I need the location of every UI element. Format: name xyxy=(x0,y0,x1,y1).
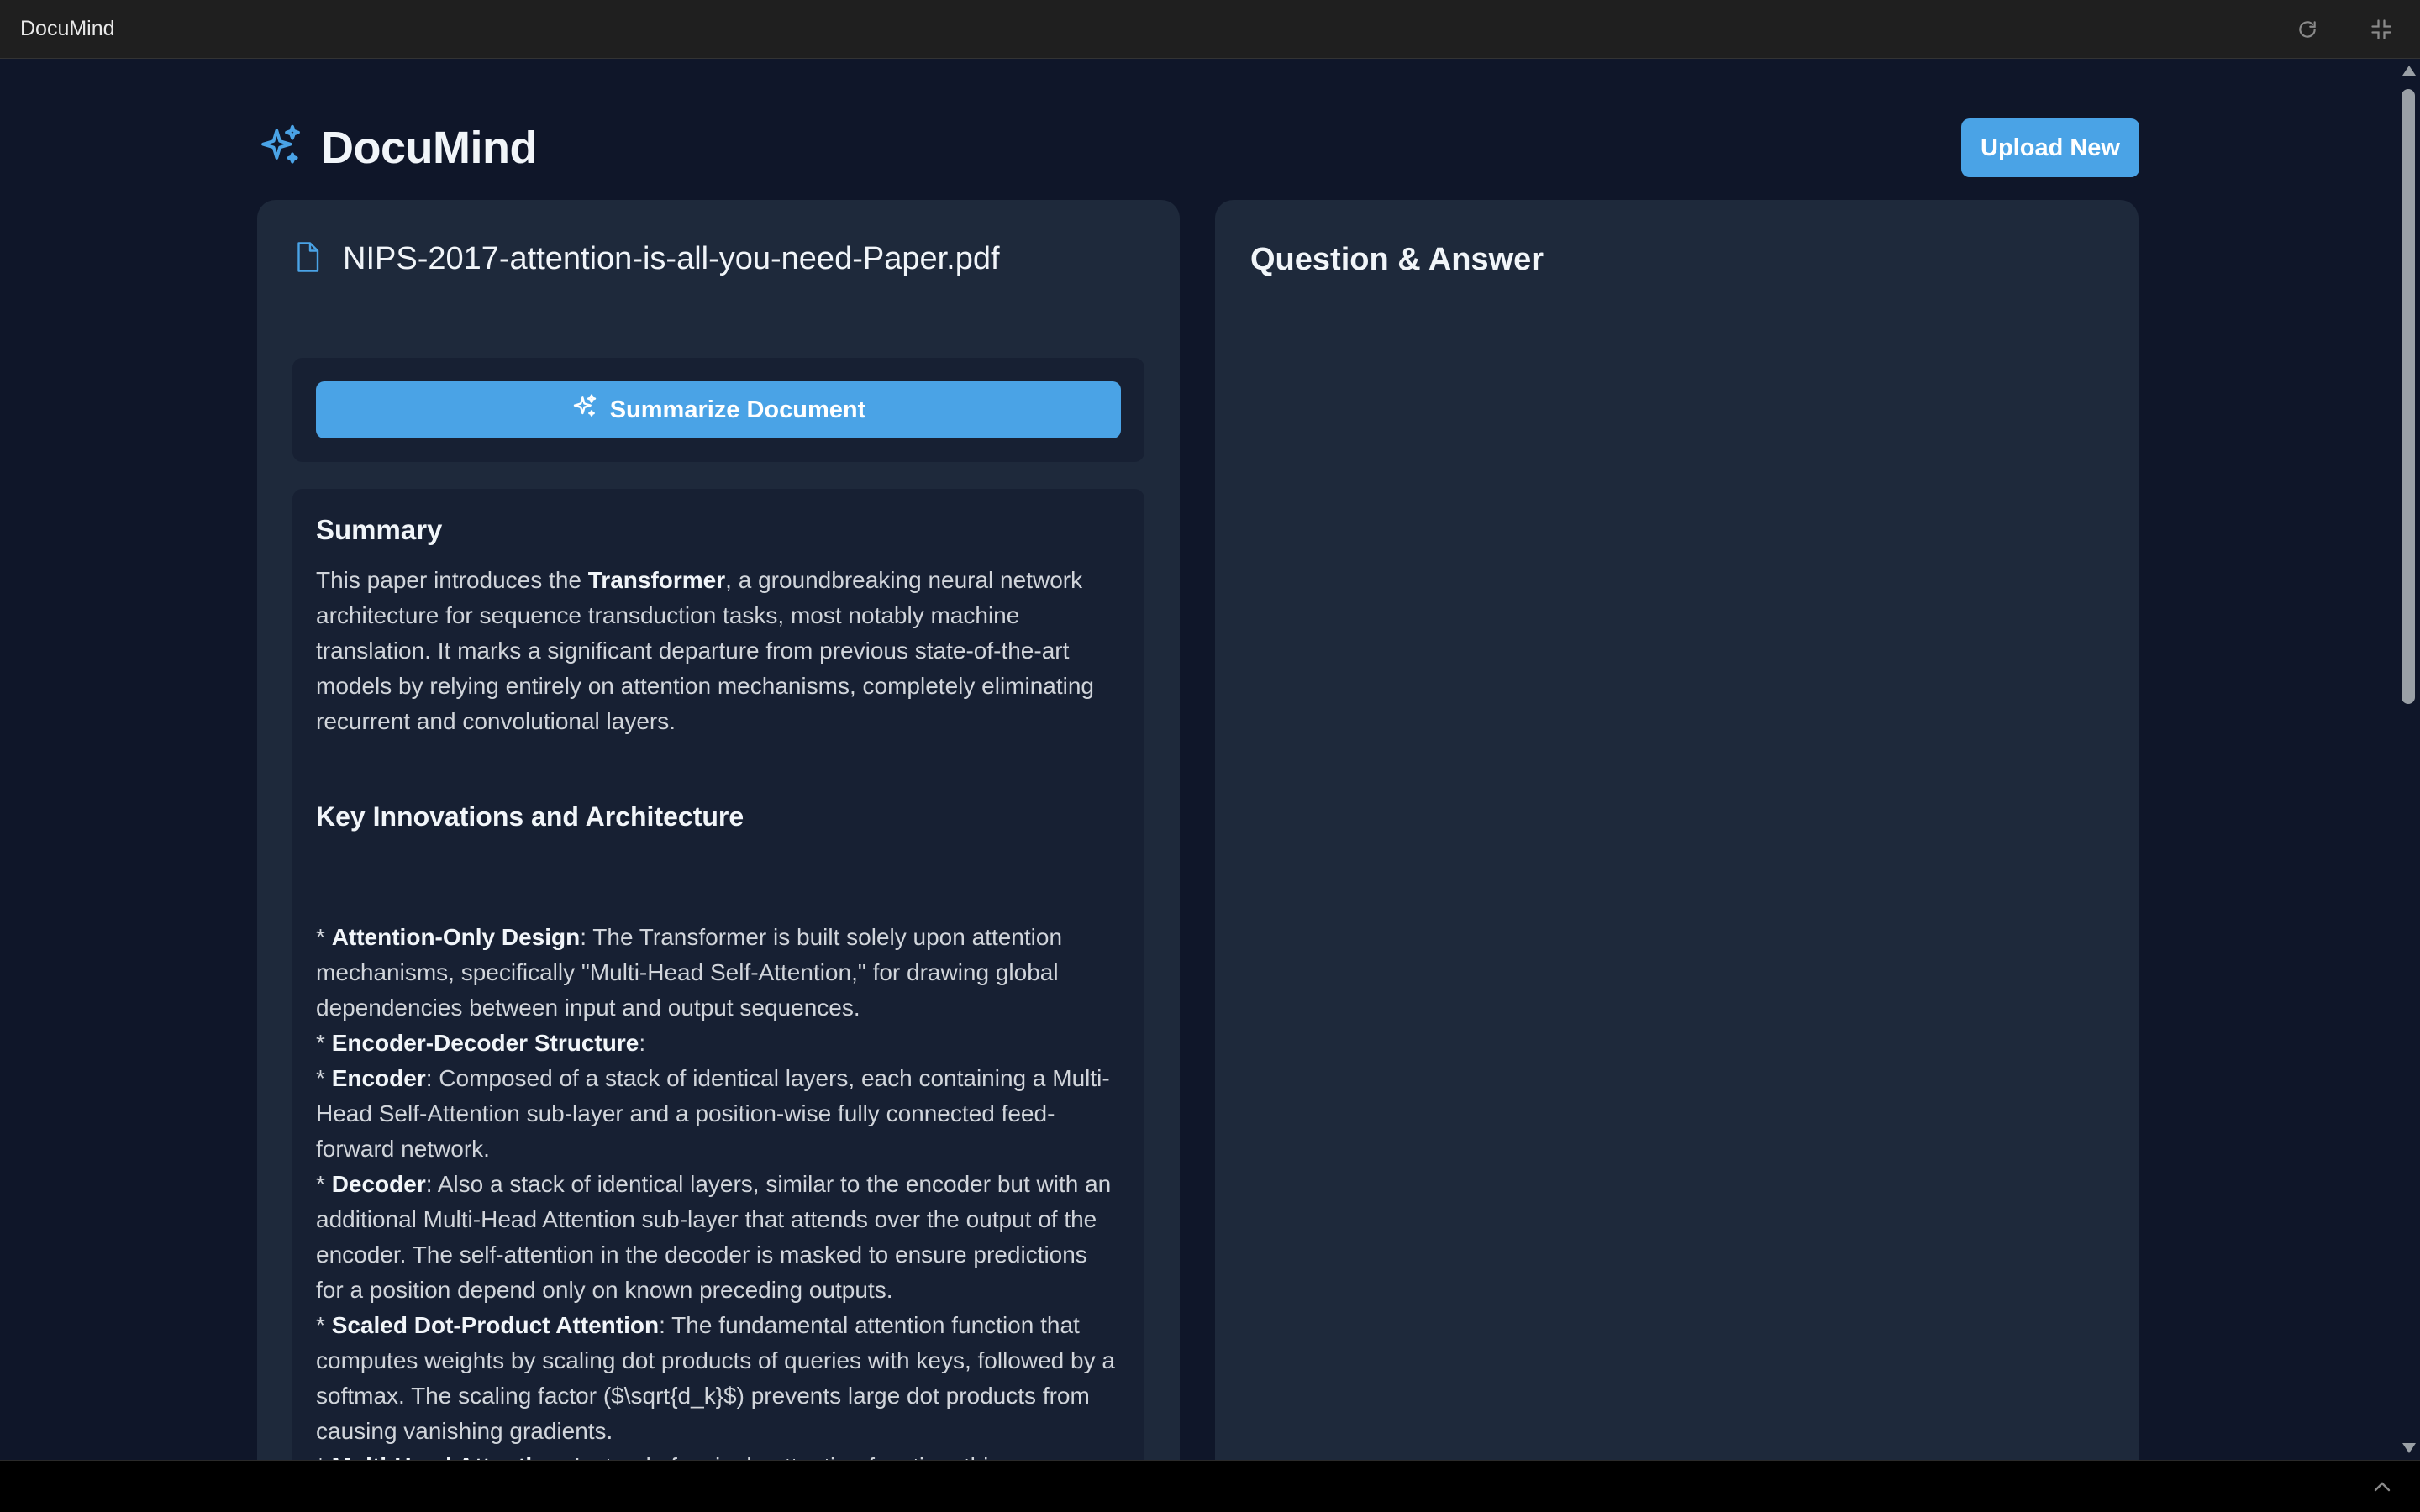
section-heading: Key Innovations and Architecture xyxy=(316,801,744,832)
list-item: * Scaled Dot-Product Attention: The fund… xyxy=(316,1308,1121,1449)
list-item: * Attention-Only Design: The Transformer… xyxy=(316,920,1121,1026)
window-titlebar: DocuMind xyxy=(0,0,2420,59)
bullet-prefix: * xyxy=(316,1171,332,1197)
bullet-prefix: * xyxy=(316,924,332,950)
list-item: * Multi-Head Attention: Instead of a sin… xyxy=(316,1449,1121,1460)
brand-name: DocuMind xyxy=(321,123,537,173)
scroll-up-icon[interactable] xyxy=(2402,66,2416,76)
app-viewport: DocuMind Upload New NIPS-2017-attention-… xyxy=(0,59,2396,1460)
summary-intro: This paper introduces the Transformer, a… xyxy=(316,563,1121,739)
bullet-list: * Attention-Only Design: The Transformer… xyxy=(316,920,1121,1460)
sparkles-icon xyxy=(257,123,304,174)
brand: DocuMind xyxy=(257,122,537,174)
bottom-bar xyxy=(0,1460,2420,1512)
document-card: NIPS-2017-attention-is-all-you-need-Pape… xyxy=(257,200,1180,1460)
list-item: * Encoder-Decoder Structure: xyxy=(316,1026,1121,1061)
document-icon xyxy=(292,240,323,278)
file-row: NIPS-2017-attention-is-all-you-need-Pape… xyxy=(292,240,1000,278)
bullet-prefix: * xyxy=(316,1312,332,1338)
bullet-prefix: * xyxy=(316,1065,332,1091)
summarize-button-label: Summarize Document xyxy=(609,396,866,423)
summary-panel: Summary This paper introduces the Transf… xyxy=(292,489,1144,1460)
file-name: NIPS-2017-attention-is-all-you-need-Pape… xyxy=(343,241,1000,276)
summary-title: Summary xyxy=(316,514,443,545)
summarize-document-button[interactable]: Summarize Document xyxy=(316,381,1121,438)
bullet-bold: Attention-Only Design xyxy=(331,924,581,950)
bullet-prefix: * xyxy=(316,1030,332,1056)
window-controls xyxy=(2289,11,2400,48)
bullet-bold: Scaled Dot-Product Attention xyxy=(331,1312,660,1338)
app-header: DocuMind Upload New xyxy=(257,106,2139,190)
page-scrollbar[interactable] xyxy=(2396,59,2420,1460)
qa-card: Question & Answer xyxy=(1215,200,2139,1460)
upload-new-button[interactable]: Upload New xyxy=(1961,118,2139,177)
bullet-bold: Multi-Head Attention xyxy=(332,1453,561,1460)
bullet-bold: Encoder xyxy=(331,1065,426,1091)
bullet-text: : Also a stack of identical layers, simi… xyxy=(316,1171,1112,1303)
chevron-up-icon[interactable] xyxy=(2373,1481,2391,1497)
bullet-prefix: * xyxy=(316,1453,332,1460)
list-item: * Encoder: Composed of a stack of identi… xyxy=(316,1061,1121,1167)
refresh-icon[interactable] xyxy=(2289,11,2326,48)
bullet-bold: Encoder-Decoder Structure xyxy=(331,1030,639,1056)
bullet-text: : Composed of a stack of identical layer… xyxy=(316,1065,1110,1162)
scroll-down-icon[interactable] xyxy=(2402,1443,2416,1453)
list-item: * Decoder: Also a stack of identical lay… xyxy=(316,1167,1121,1308)
intro-bold: Transformer xyxy=(587,567,726,593)
bullet-text: : xyxy=(639,1030,646,1056)
minimize-window-icon[interactable] xyxy=(2363,11,2400,48)
qa-title: Question & Answer xyxy=(1250,242,1544,277)
intro-text: This paper introduces the xyxy=(316,567,588,593)
sparkles-icon xyxy=(571,393,598,427)
bullet-bold: Decoder xyxy=(331,1171,426,1197)
scrollbar-thumb[interactable] xyxy=(2402,89,2415,704)
action-panel: Summarize Document xyxy=(292,358,1144,462)
window-title: DocuMind xyxy=(20,17,115,40)
